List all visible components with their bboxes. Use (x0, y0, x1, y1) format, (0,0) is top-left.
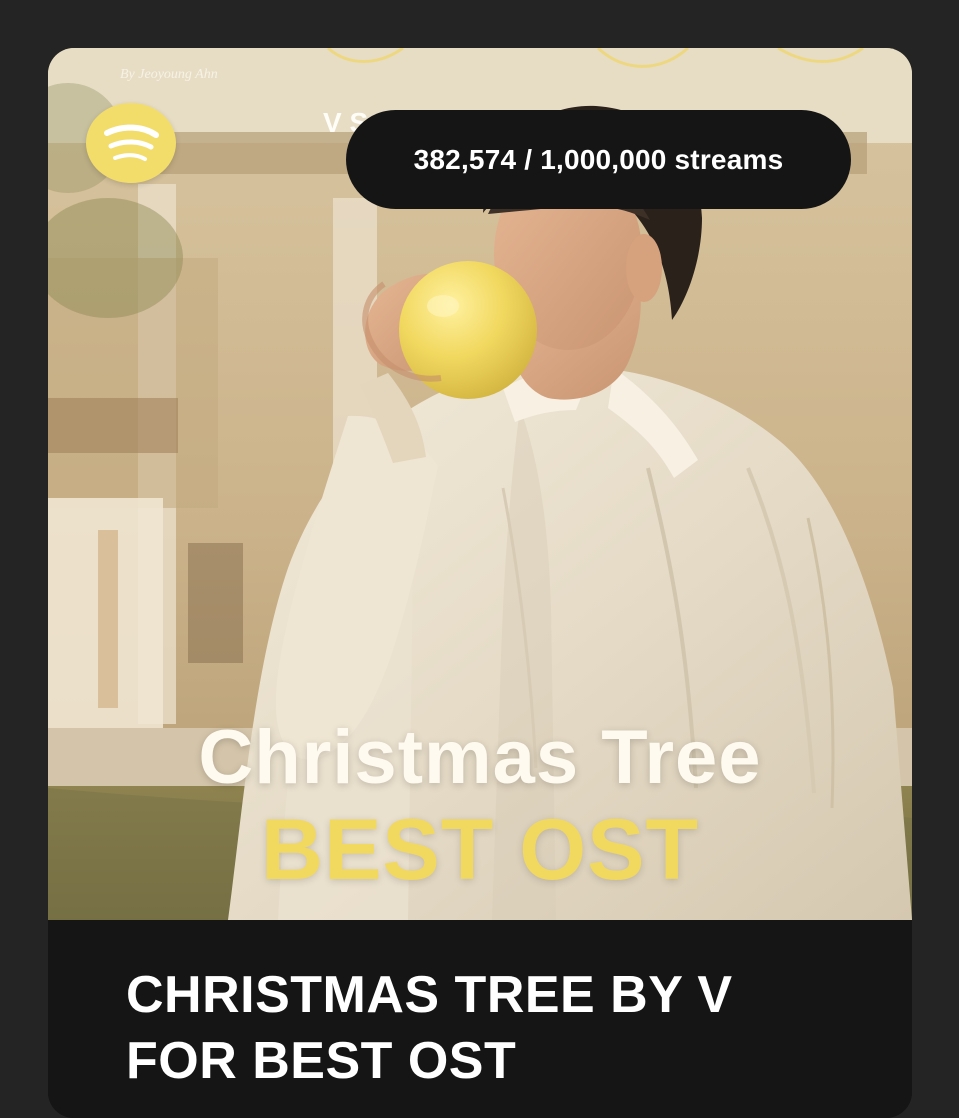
spotify-logo-badge (86, 103, 176, 183)
post-title: CHRISTMAS TREE BY V FOR BEST OST (126, 962, 846, 1094)
stream-progress-pill: 382,574 / 1,000,000 streams (346, 110, 851, 209)
post-card[interactable]: V S By Jeoyoung Ahn 382,574 / 1,000,000 … (48, 48, 912, 1118)
post-title-line-2: FOR BEST OST (126, 1032, 517, 1090)
svg-text:By Jeoyoung Ahn: By Jeoyoung Ahn (120, 67, 218, 82)
post-footer: CHRISTMAS TREE BY V FOR BEST OST (48, 920, 912, 1118)
cover-title-line-1: Christmas Tree (198, 715, 762, 800)
spotify-icon (104, 124, 159, 161)
cover-photo[interactable]: V S By Jeoyoung Ahn 382,574 / 1,000,000 … (48, 48, 912, 920)
post-title-line-1: CHRISTMAS TREE BY V (126, 966, 733, 1024)
cover-title-line-2: BEST OST (260, 802, 700, 898)
